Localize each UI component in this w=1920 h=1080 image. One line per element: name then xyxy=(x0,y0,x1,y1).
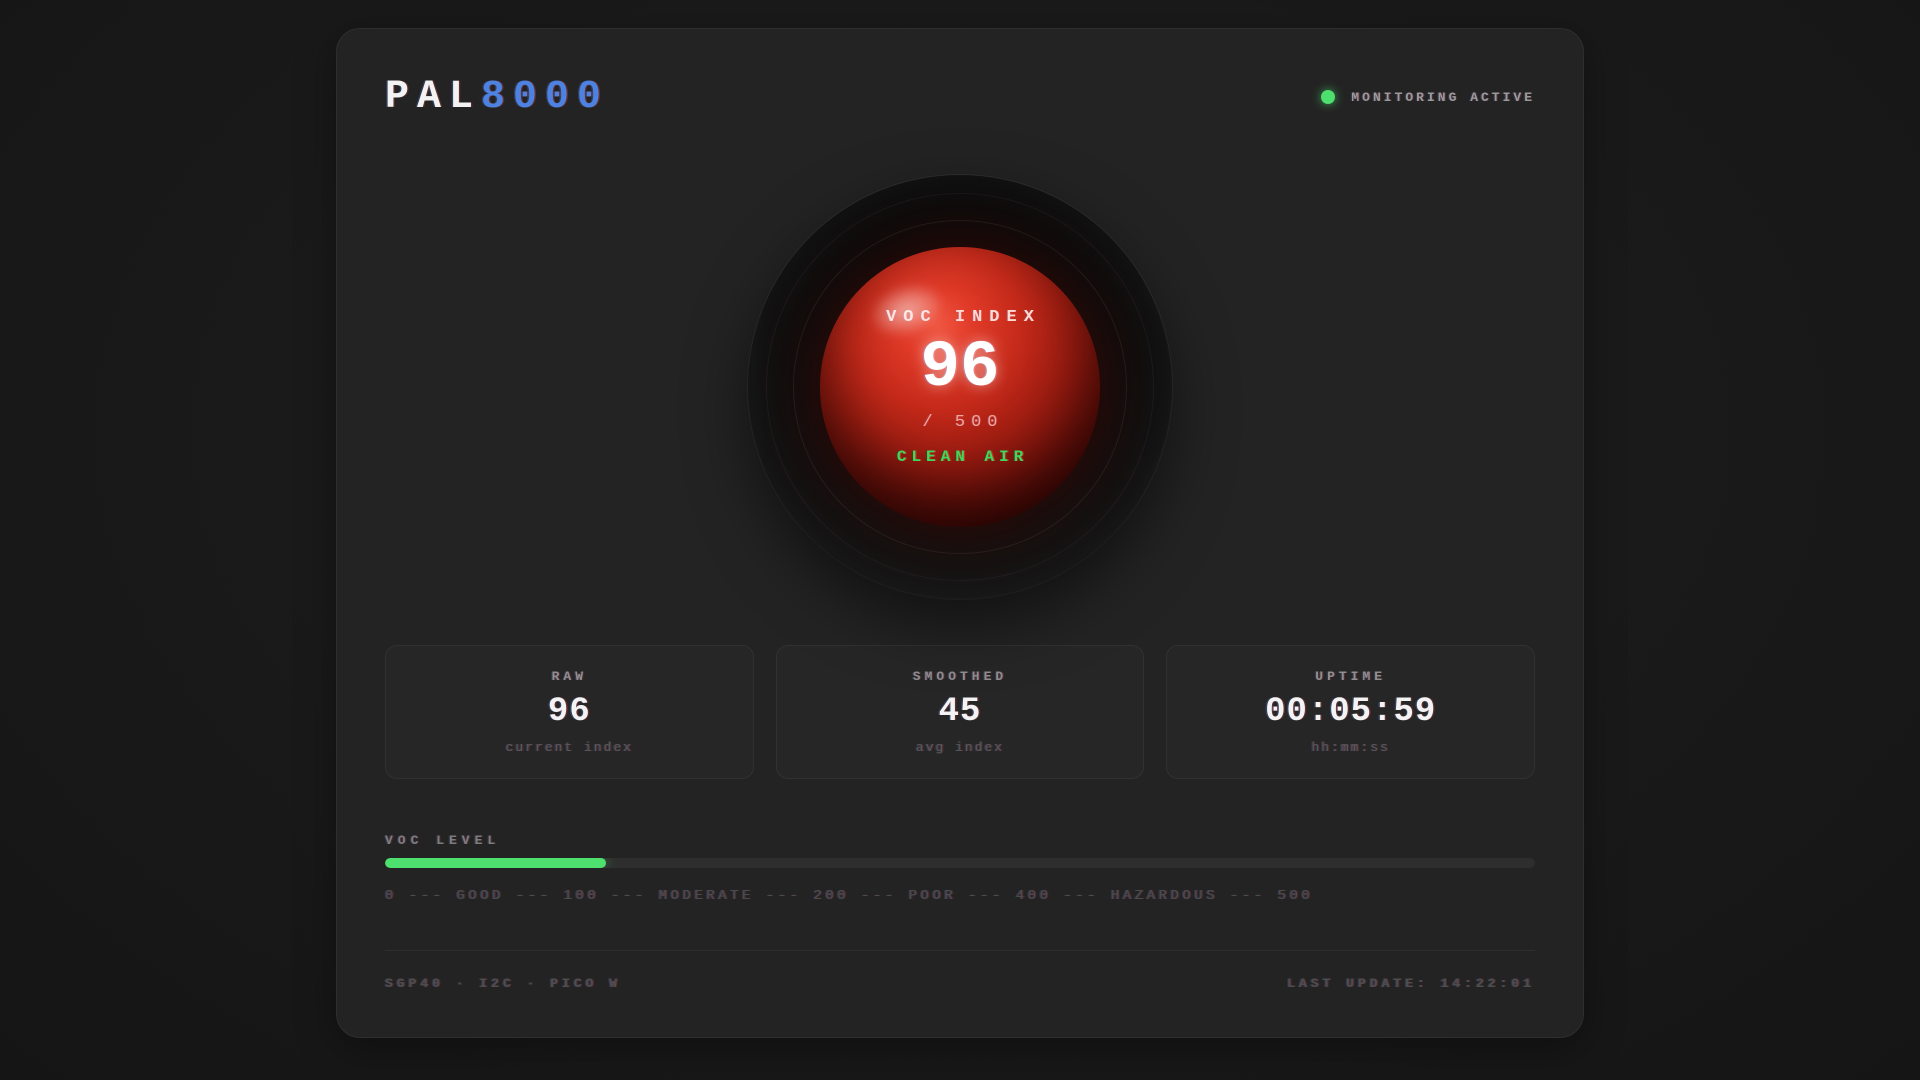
voc-level-label: VOC LEVEL xyxy=(385,833,1535,848)
app-logo: PAL8000 xyxy=(385,75,609,120)
air-quality-status: CLEAN AIR xyxy=(897,448,1028,466)
header: PAL8000 MONITORING ACTIVE xyxy=(385,75,1535,119)
last-update: LAST UPDATE: 14:22:01 xyxy=(1287,976,1535,991)
voc-progress-fill xyxy=(385,858,606,868)
raw-sublabel: current index xyxy=(506,740,633,755)
logo-secondary-text: 8000 xyxy=(481,75,609,120)
smoothed-label: SMOOTHED xyxy=(913,669,1007,684)
voc-scale-legend: 0 --- GOOD --- 100 --- MODERATE --- 200 … xyxy=(385,888,1535,904)
uptime-stat-card: UPTIME 00:05:59 hh:mm:ss xyxy=(1166,645,1535,779)
hal-eye-sphere: VOC INDEX 96 / 500 CLEAN AIR xyxy=(820,247,1100,527)
pal8000-dashboard-panel: PAL8000 MONITORING ACTIVE VOC INDEX 96 /… xyxy=(336,28,1584,1038)
voc-index-max: / 500 xyxy=(922,413,1003,432)
monitoring-status: MONITORING ACTIVE xyxy=(1321,90,1535,105)
hal-eye-bezel: VOC INDEX 96 / 500 CLEAN AIR xyxy=(748,175,1172,599)
smoothed-sublabel: avg index xyxy=(916,740,1004,755)
device-info: SGP40 · I2C · PICO W xyxy=(385,976,621,991)
uptime-sublabel: hh:mm:ss xyxy=(1311,740,1389,755)
uptime-value: 00:05:59 xyxy=(1265,693,1436,731)
voc-level-section: VOC LEVEL 0 --- GOOD --- 100 --- MODERAT… xyxy=(385,833,1535,904)
raw-value: 96 xyxy=(548,693,591,731)
voc-index-value: 96 xyxy=(920,333,999,402)
eye-section: VOC INDEX 96 / 500 CLEAN AIR xyxy=(385,175,1535,599)
footer: SGP40 · I2C · PICO W LAST UPDATE: 14:22:… xyxy=(385,950,1535,991)
smoothed-value: 45 xyxy=(939,693,982,731)
logo-primary-text: PAL xyxy=(385,75,481,120)
raw-label: RAW xyxy=(552,669,587,684)
smoothed-stat-card: SMOOTHED 45 avg index xyxy=(776,645,1145,779)
stat-cards-row: RAW 96 current index SMOOTHED 45 avg ind… xyxy=(385,645,1535,779)
active-status-dot-icon xyxy=(1321,90,1335,104)
monitoring-status-label: MONITORING ACTIVE xyxy=(1351,90,1535,105)
raw-stat-card: RAW 96 current index xyxy=(385,645,754,779)
uptime-label: UPTIME xyxy=(1315,669,1386,684)
voc-progress-track xyxy=(385,858,1535,868)
